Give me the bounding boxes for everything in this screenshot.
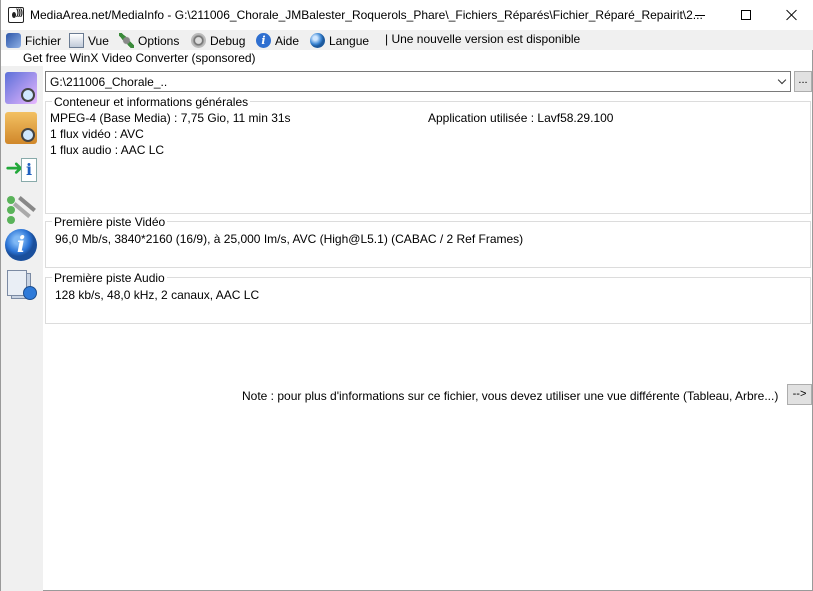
open-file-icon[interactable] [5,72,37,104]
preferences-icon[interactable] [5,192,37,224]
update-notice-link[interactable]: | Une nouvelle version est disponible [385,32,580,46]
chevron-down-icon [777,75,786,85]
general-audio-streams: 1 flux audio : AAC LC [50,143,165,157]
export-icon[interactable] [5,154,37,186]
view-menu-icon [69,33,84,48]
window-title: MediaArea.net/MediaInfo - G:\211006_Chor… [30,8,703,22]
debug-menu-icon [191,33,206,48]
general-format: MPEG-4 (Base Media) : 7,75 Gio, 11 min 3… [50,111,291,125]
close-button[interactable] [769,0,813,30]
minimize-icon [695,14,705,16]
menu-debug[interactable]: Debug [191,32,245,49]
video-track-details: 96,0 Mb/s, 3840*2160 (16/9), à 25,000 Im… [55,232,524,246]
video-track-group: Première piste Vidéo 96,0 Mb/s, 3840*216… [45,215,811,268]
menu-vue[interactable]: Vue [69,32,109,49]
change-view-button[interactable]: --> [787,384,812,405]
mediainfo-window: MediaArea.net/MediaInfo - G:\211006_Chor… [0,0,813,591]
menu-aide[interactable]: i Aide [256,32,299,49]
left-toolbar: i [1,66,43,591]
view-note: Note : pour plus d'informations sur ce f… [242,389,779,403]
help-menu-icon: i [256,33,271,48]
file-select-dropdown[interactable]: G:\211006_Chorale_.. [45,71,791,92]
video-track-title: Première piste Vidéo [52,215,168,229]
maximize-button[interactable] [723,0,769,30]
file-menu-icon [6,33,21,48]
open-folder-icon[interactable] [5,112,37,144]
menu-options[interactable]: Options [119,32,179,49]
browse-button[interactable]: ... [794,71,812,92]
general-video-streams: 1 flux vidéo : AVC [50,127,144,141]
general-info-group: Conteneur et informations générales MPEG… [45,95,811,214]
audio-track-group: Première piste Audio 128 kb/s, 48,0 kHz,… [45,271,811,324]
maximize-icon [741,10,751,20]
audio-track-title: Première piste Audio [52,271,167,285]
language-menu-icon [310,33,325,48]
close-icon [786,9,798,21]
minimize-button[interactable] [677,0,723,30]
menu-bar: Fichier Vue Options Debug i Aide Langue … [1,30,813,50]
options-menu-icon [119,33,134,48]
menu-fichier[interactable]: Fichier [6,32,61,49]
donate-icon[interactable] [5,268,37,300]
mediainfo-app-icon [8,7,24,23]
about-icon[interactable]: i [5,229,37,261]
general-info-title: Conteneur et informations générales [52,95,251,109]
general-application: Application utilisée : Lavf58.29.100 [428,111,614,125]
title-bar: MediaArea.net/MediaInfo - G:\211006_Chor… [1,0,813,30]
file-select-value: G:\211006_Chorale_.. [50,75,168,89]
sponsor-link[interactable]: Get free WinX Video Converter (sponsored… [23,51,256,65]
audio-track-details: 128 kb/s, 48,0 kHz, 2 canaux, AAC LC [55,288,260,302]
dropdown-arrow[interactable] [773,72,790,91]
menu-langue[interactable]: Langue [310,32,369,49]
